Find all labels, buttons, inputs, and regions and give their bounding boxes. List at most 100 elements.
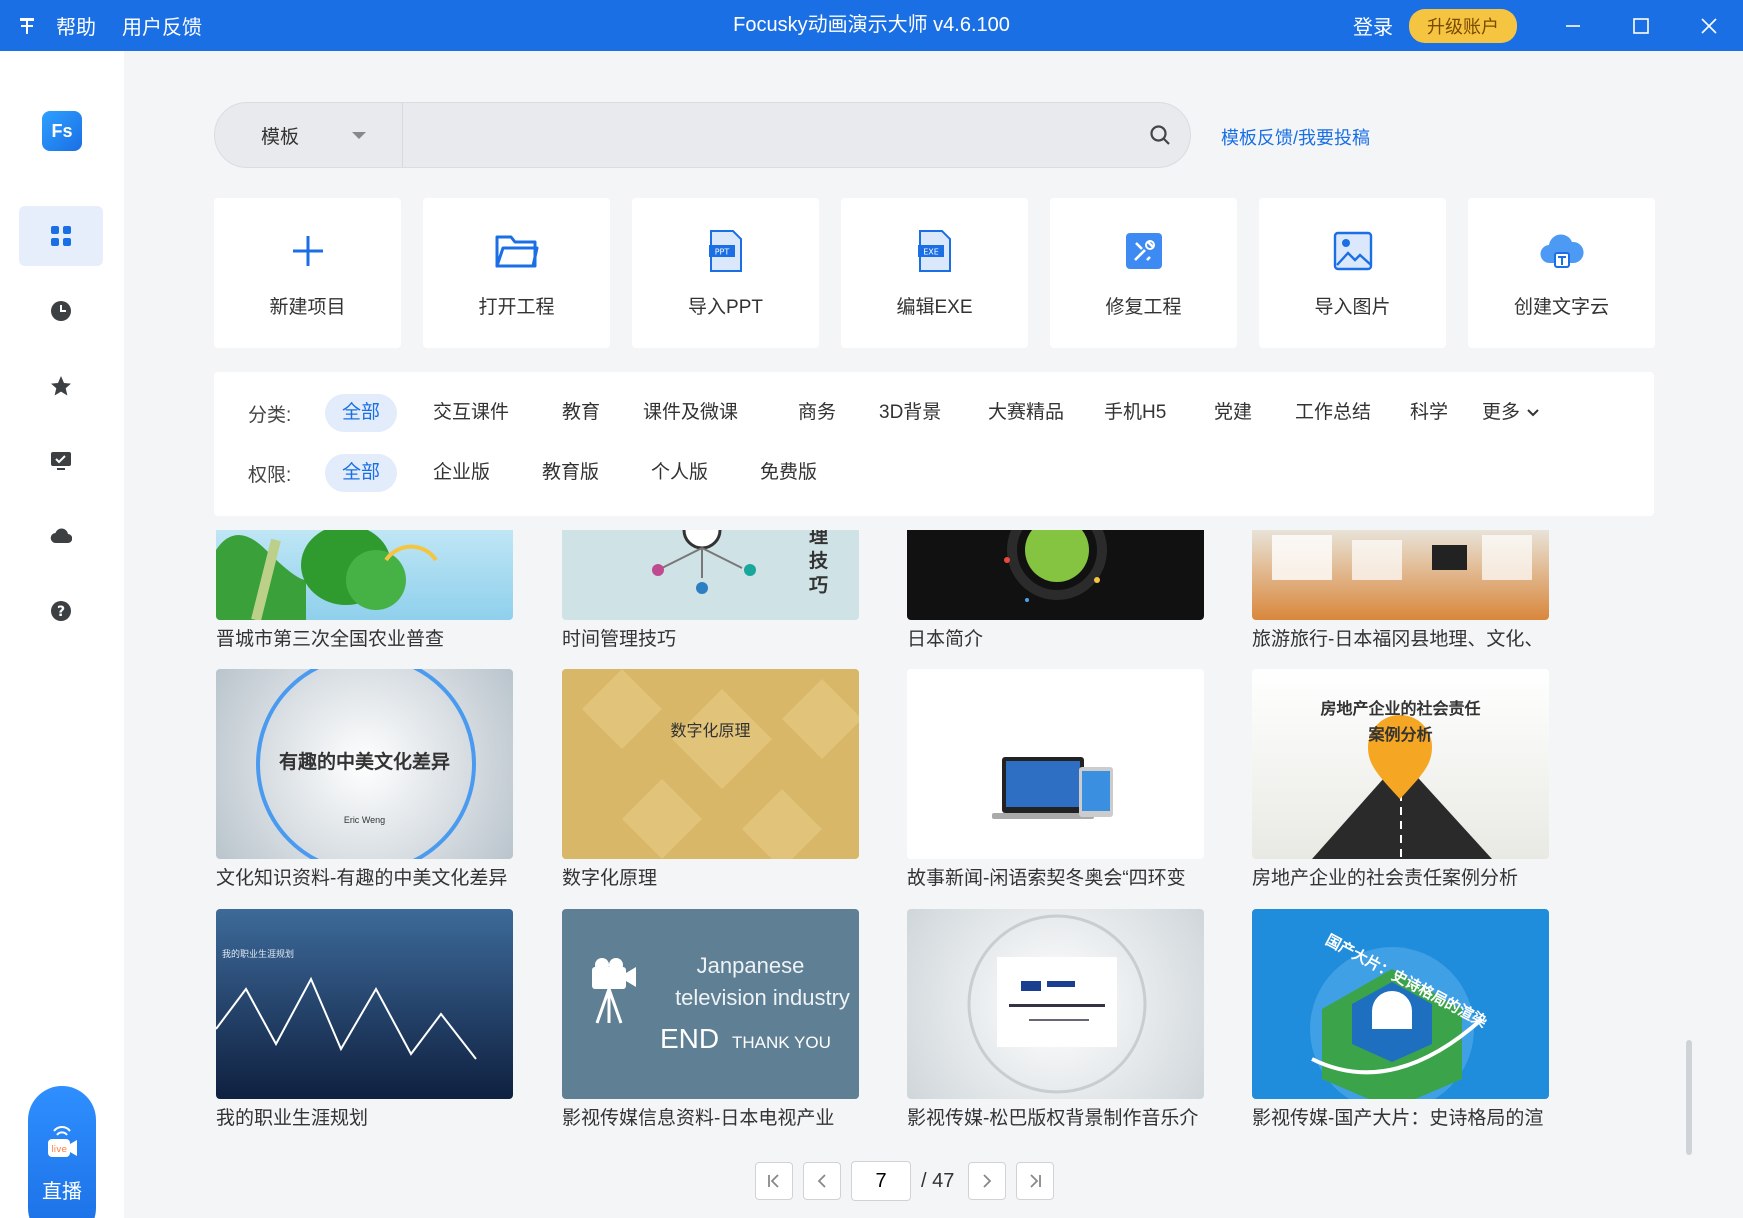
category-courseware-microlesson[interactable]: 课件及微课 (626, 394, 755, 432)
category-education[interactable]: 教育 (545, 394, 617, 432)
category-contest-picks[interactable]: 大赛精品 (971, 394, 1081, 432)
sidebar-item-favorites[interactable] (19, 356, 103, 416)
permission-row: 权限: 全部 企业版 教育版 个人版 免费版 (214, 452, 1654, 492)
permission-enterprise[interactable]: 企业版 (416, 454, 507, 492)
permission-all[interactable]: 全部 (325, 454, 398, 492)
template-card[interactable]: 房地产企业的社会责任 案例分析 房地产企业的社会责任案例分析 (1252, 669, 1549, 890)
minimize-icon (1566, 24, 1580, 27)
template-title[interactable]: 时间管理技巧 (562, 624, 859, 651)
template-title[interactable]: 旅游旅行-日本福冈县地理、文化、 (1252, 624, 1549, 651)
import-ppt-button[interactable]: PPT 导入PPT (632, 198, 819, 348)
scrollbar-thumb[interactable] (1686, 1040, 1692, 1155)
category-interactive-courseware[interactable]: 交互课件 (416, 394, 526, 432)
category-all[interactable]: 全部 (325, 394, 398, 432)
thumbnail-subtext: television industry (675, 985, 850, 1010)
permission-personal[interactable]: 个人版 (634, 454, 725, 492)
template-title[interactable]: 我的职业生涯规划 (216, 1103, 513, 1130)
last-page-button[interactable] (1016, 1162, 1055, 1200)
template-card[interactable]: Janpanese television industry END THANK … (562, 909, 859, 1130)
thumbnail-thanks: THANK YOU (732, 1033, 831, 1052)
import-image-button[interactable]: 导入图片 (1259, 198, 1446, 348)
open-project-button[interactable]: 打开工程 (423, 198, 610, 348)
template-thumbnail[interactable]: 我的职业生涯规划 (216, 909, 513, 1099)
template-card[interactable]: 故事新闻-闲语索契冬奥会“四环变 (907, 669, 1204, 890)
repair-project-button[interactable]: 修复工程 (1050, 198, 1237, 348)
template-thumbnail[interactable] (907, 909, 1204, 1099)
sidebar-item-cloud[interactable] (19, 506, 103, 566)
template-card[interactable]: 晋城市第三次全国农业普查 (216, 530, 513, 651)
thumbnail-text: 房地产企业的社会责任 (1320, 701, 1481, 718)
svg-text:live: live (51, 1145, 67, 1155)
category-mobile-h5[interactable]: 手机H5 (1087, 394, 1183, 432)
sidebar-item-recent[interactable] (19, 281, 103, 341)
menu-help[interactable]: 帮助 (56, 11, 96, 40)
search-button[interactable] (1130, 103, 1190, 167)
app-logo: Fs (42, 111, 82, 151)
template-card[interactable]: 理 技 巧 时间管理技巧 (562, 530, 859, 651)
template-title[interactable]: 影视传媒-松巴版权背景制作音乐介 (907, 1103, 1204, 1130)
template-card[interactable]: 旅游旅行-日本福冈县地理、文化、 (1252, 530, 1549, 651)
pin-icon[interactable] (16, 15, 38, 37)
category-business[interactable]: 商务 (781, 394, 853, 432)
template-title[interactable]: 晋城市第三次全国农业普查 (216, 624, 513, 651)
category-3d-background[interactable]: 3D背景 (862, 394, 958, 432)
template-card[interactable]: 我的职业生涯规划 我的职业生涯规划 (216, 909, 513, 1130)
maximize-button[interactable] (1607, 0, 1675, 51)
category-label: 分类: (248, 405, 292, 426)
first-page-button[interactable] (755, 1162, 793, 1200)
template-card[interactable]: 国产大片：史诗格局的渲染 影视传媒-国产大片：史诗格局的渲 (1252, 909, 1549, 1130)
create-word-cloud-button[interactable]: 创建文字云 (1468, 198, 1655, 348)
close-button[interactable] (1675, 0, 1743, 51)
template-thumbnail[interactable]: 房地产企业的社会责任 案例分析 (1252, 669, 1549, 859)
permission-education[interactable]: 教育版 (525, 454, 616, 492)
template-card[interactable]: 有趣的中美文化差异 Eric Weng 文化知识资料-有趣的中美文化差异 (216, 669, 513, 890)
cloud-icon (50, 528, 72, 544)
page-total: / 47 (921, 1169, 955, 1192)
search-type-select[interactable]: 模板 (215, 103, 403, 167)
close-icon (1701, 17, 1717, 34)
sidebar-item-presentations[interactable] (19, 431, 103, 491)
category-work-summary[interactable]: 工作总结 (1278, 394, 1388, 432)
action-label: 编辑EXE (896, 296, 973, 318)
template-thumbnail[interactable] (1252, 530, 1549, 620)
template-thumbnail[interactable]: 理 技 巧 (562, 530, 859, 620)
template-title[interactable]: 数字化原理 (562, 863, 859, 890)
template-title[interactable]: 日本简介 (907, 624, 1204, 651)
minimize-button[interactable] (1539, 0, 1607, 51)
menu-feedback[interactable]: 用户反馈 (122, 11, 202, 40)
template-title[interactable]: 影视传媒信息资料-日本电视产业 (562, 1103, 859, 1130)
help-icon: ? (51, 601, 71, 621)
page-number-input[interactable] (851, 1161, 911, 1201)
category-more[interactable]: 更多 (1465, 394, 1557, 432)
template-card[interactable]: 日本简介 (907, 530, 1204, 651)
next-page-button[interactable] (968, 1162, 1007, 1200)
folder-icon (495, 235, 538, 267)
template-thumbnail[interactable]: 有趣的中美文化差异 Eric Weng (216, 669, 513, 859)
login-button[interactable]: 登录 (1353, 11, 1393, 40)
category-party-building[interactable]: 党建 (1197, 394, 1269, 432)
template-thumbnail[interactable] (907, 669, 1204, 859)
template-title[interactable]: 文化知识资料-有趣的中美文化差异 (216, 863, 513, 890)
template-card[interactable]: 数字化原理 数字化原理 (562, 669, 859, 890)
permission-free[interactable]: 免费版 (743, 454, 834, 492)
template-thumbnail[interactable]: Janpanese television industry END THANK … (562, 909, 859, 1099)
search-input[interactable] (403, 103, 1130, 167)
template-thumbnail[interactable]: 数字化原理 (562, 669, 859, 859)
template-title[interactable]: 影视传媒-国产大片：史诗格局的渲 (1252, 1103, 1549, 1130)
upgrade-account-button[interactable]: 升级账户 (1409, 8, 1517, 43)
template-thumbnail[interactable] (907, 530, 1204, 620)
category-science[interactable]: 科学 (1393, 394, 1465, 432)
plus-icon (292, 235, 323, 266)
prev-page-button[interactable] (803, 1162, 841, 1200)
sidebar-item-help[interactable]: ? (19, 581, 103, 641)
edit-exe-button[interactable]: EXE 编辑EXE (841, 198, 1028, 348)
template-title[interactable]: 房地产企业的社会责任案例分析 (1252, 863, 1549, 890)
template-thumbnail[interactable]: 国产大片：史诗格局的渲染 (1252, 909, 1549, 1099)
sidebar-item-templates[interactable] (19, 206, 103, 266)
template-title[interactable]: 故事新闻-闲语索契冬奥会“四环变 (907, 863, 1204, 890)
template-thumbnail[interactable] (216, 530, 513, 620)
new-project-button[interactable]: 新建项目 (214, 198, 401, 348)
template-feedback-link[interactable]: 模板反馈/我要投稿 (1221, 124, 1370, 150)
live-stream-button[interactable]: live 直播 (28, 1086, 96, 1218)
template-card[interactable]: 影视传媒-松巴版权背景制作音乐介 (907, 909, 1204, 1130)
